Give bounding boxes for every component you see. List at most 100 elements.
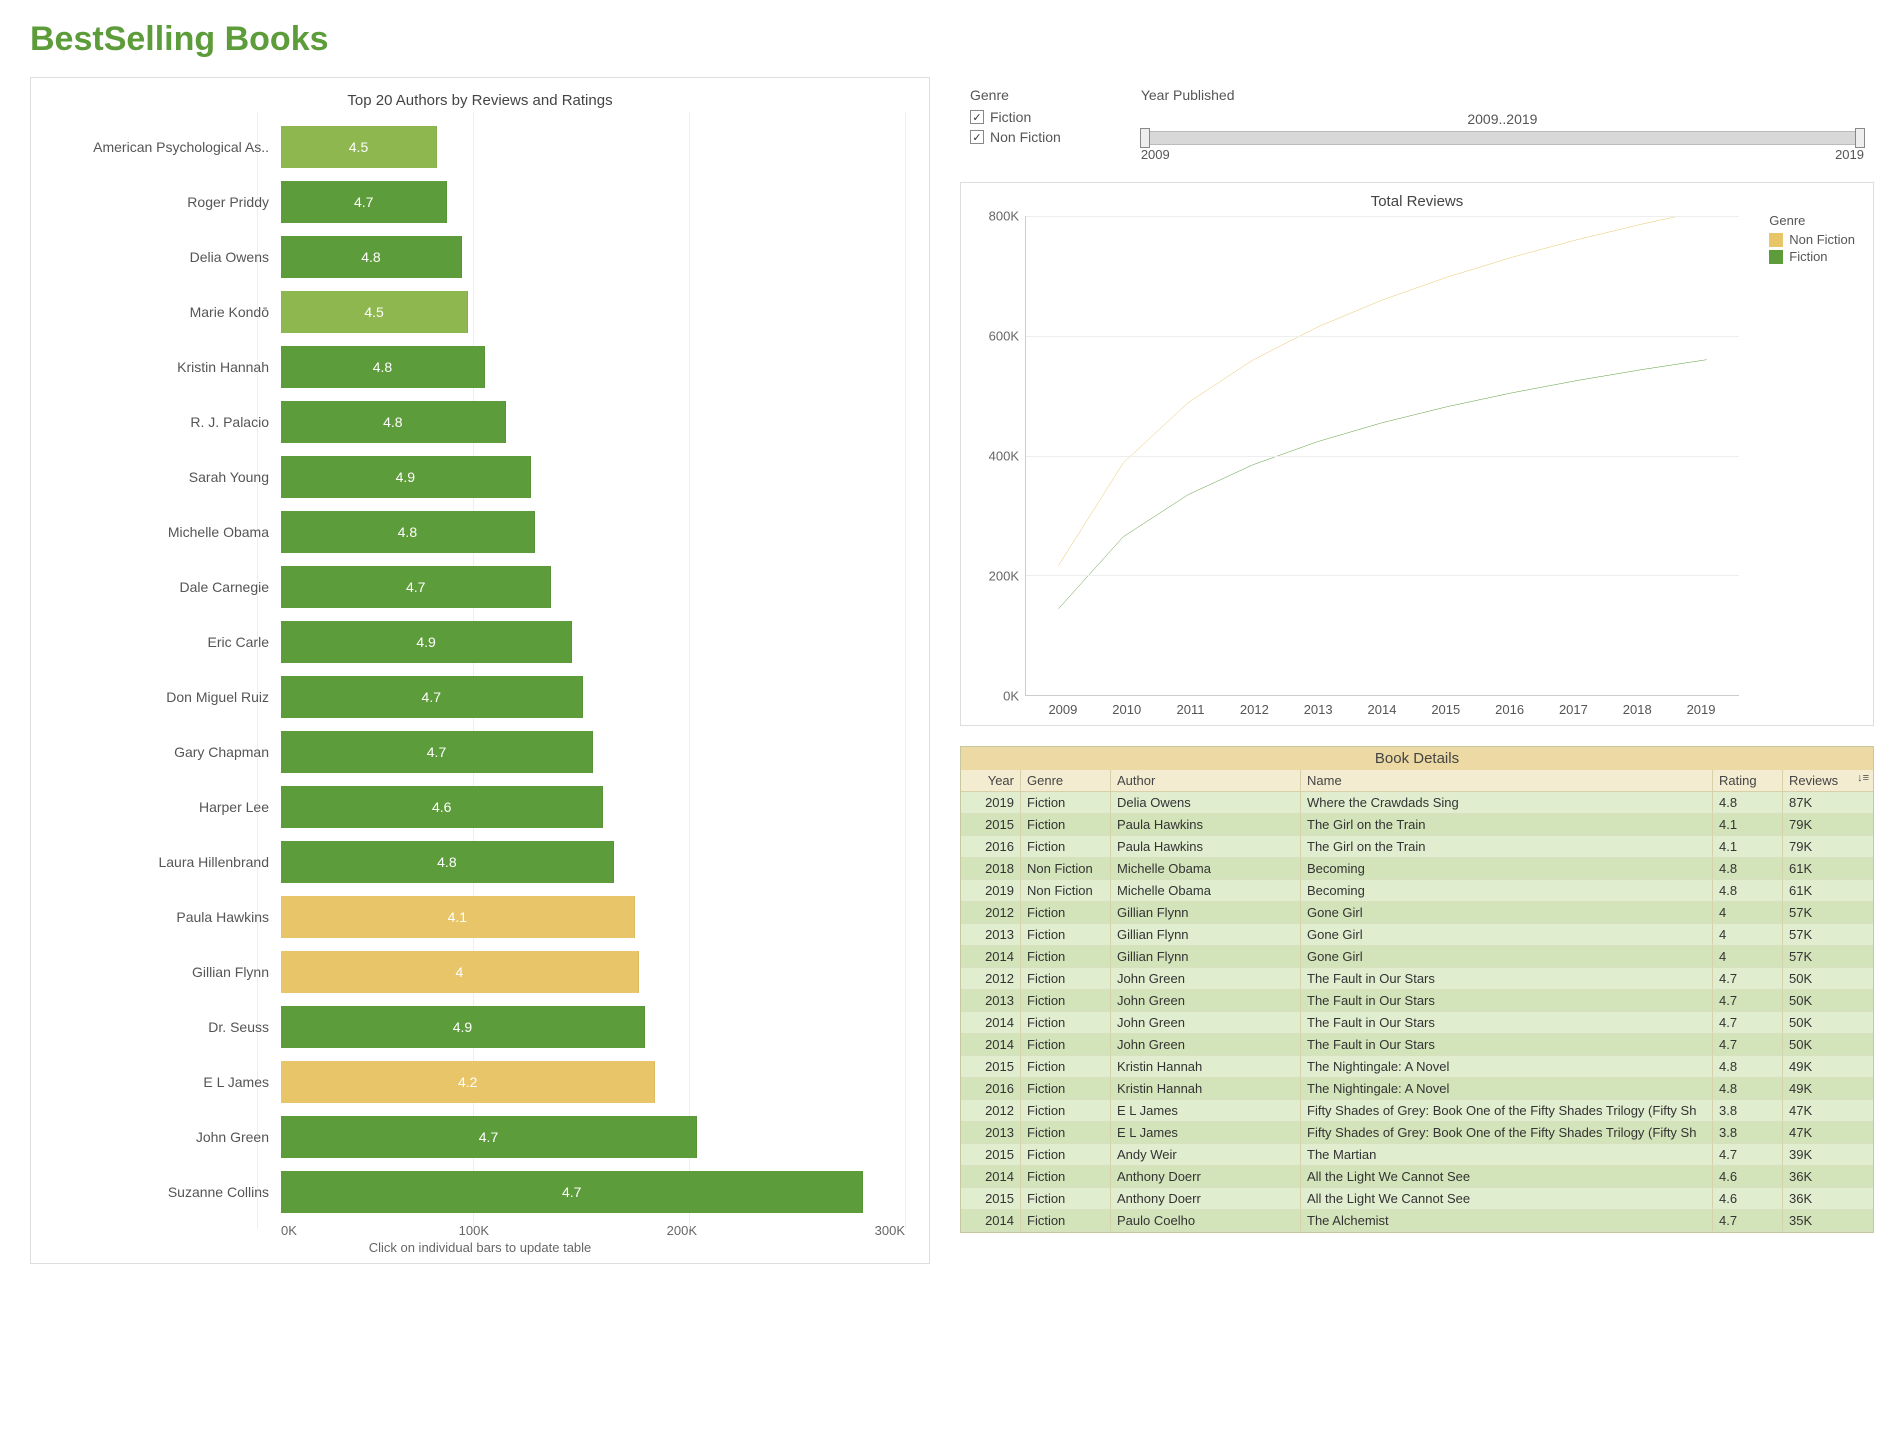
author-bar[interactable]: 4.7 (281, 1116, 697, 1158)
cell-rating: 4.7 (1713, 1012, 1783, 1033)
col-rating[interactable]: Rating (1713, 770, 1783, 791)
table-row[interactable]: 2012FictionJohn GreenThe Fault in Our St… (961, 968, 1873, 990)
cell-genre: Fiction (1021, 1210, 1111, 1231)
author-bar[interactable]: 4.8 (281, 346, 485, 388)
col-reviews[interactable]: Reviews↓≡ (1783, 770, 1873, 791)
author-bar[interactable]: 4.9 (281, 621, 572, 663)
cell-genre: Fiction (1021, 1166, 1111, 1187)
cell-genre: Fiction (1021, 968, 1111, 989)
table-row[interactable]: 2015FictionKristin HannahThe Nightingale… (961, 1056, 1873, 1078)
sort-desc-icon: ↓≡ (1857, 772, 1869, 784)
author-label: Michelle Obama (55, 524, 275, 540)
cell-author: Paula Hawkins (1111, 836, 1301, 857)
bar-rating-label: 4.8 (373, 359, 392, 375)
author-bar[interactable]: 4.7 (281, 566, 551, 608)
cell-reviews: 50K (1783, 990, 1873, 1011)
cell-author: Kristin Hannah (1111, 1078, 1301, 1099)
cell-rating: 4.1 (1713, 836, 1783, 857)
author-bar[interactable]: 4.7 (281, 731, 593, 773)
stack-legend: Genre Non FictionFiction (1769, 213, 1855, 266)
cell-reviews: 49K (1783, 1056, 1873, 1077)
table-row[interactable]: 2019FictionDelia OwensWhere the Crawdads… (961, 792, 1873, 814)
table-header-row: Year Genre Author Name Rating Reviews↓≡ (961, 770, 1873, 792)
author-bar[interactable]: 4.7 (281, 1171, 863, 1213)
cell-rating: 3.8 (1713, 1122, 1783, 1143)
author-bar[interactable]: 4.8 (281, 841, 614, 883)
x-year-tick: 2012 (1227, 702, 1281, 717)
cell-genre: Non Fiction (1021, 880, 1111, 901)
col-genre[interactable]: Genre (1021, 770, 1111, 791)
genre-checkbox[interactable]: ✓Non Fiction (970, 129, 1061, 145)
cell-reviews: 36K (1783, 1188, 1873, 1209)
genre-filter-label: Genre (970, 87, 1061, 103)
cell-reviews: 50K (1783, 1034, 1873, 1055)
author-bar[interactable]: 4.1 (281, 896, 635, 938)
bar-rating-label: 4.8 (383, 414, 402, 430)
author-bar[interactable]: 4.8 (281, 511, 535, 553)
filters-panel: Genre ✓Fiction✓Non Fiction Year Publishe… (960, 77, 1874, 162)
genre-checkbox[interactable]: ✓Fiction (970, 109, 1061, 125)
cell-name: Gone Girl (1301, 924, 1713, 945)
table-row[interactable]: 2018Non FictionMichelle ObamaBecoming4.8… (961, 858, 1873, 880)
cell-author: Delia Owens (1111, 792, 1301, 813)
cell-genre: Fiction (1021, 1056, 1111, 1077)
year-slider[interactable] (1141, 131, 1864, 145)
table-row[interactable]: 2019Non FictionMichelle ObamaBecoming4.8… (961, 880, 1873, 902)
cell-year: 2013 (961, 1122, 1021, 1143)
author-bar[interactable]: 4.8 (281, 236, 462, 278)
cell-genre: Fiction (1021, 990, 1111, 1011)
table-row[interactable]: 2014FictionJohn GreenThe Fault in Our St… (961, 1034, 1873, 1056)
author-bar[interactable]: 4.6 (281, 786, 603, 828)
cell-reviews: 61K (1783, 858, 1873, 879)
bar-rating-label: 4.7 (479, 1129, 498, 1145)
cell-rating: 4 (1713, 924, 1783, 945)
cell-author: Gillian Flynn (1111, 902, 1301, 923)
table-row[interactable]: 2016FictionPaula HawkinsThe Girl on the … (961, 836, 1873, 858)
author-bar[interactable]: 4.5 (281, 291, 468, 333)
cell-name: The Alchemist (1301, 1210, 1713, 1231)
cell-author: Anthony Doerr (1111, 1188, 1301, 1209)
author-bar[interactable]: 4.9 (281, 1006, 645, 1048)
author-bar[interactable]: 4.5 (281, 126, 437, 168)
author-label: R. J. Palacio (55, 414, 275, 430)
cell-genre: Fiction (1021, 1100, 1111, 1121)
table-row[interactable]: 2014FictionGillian FlynnGone Girl457K (961, 946, 1873, 968)
table-row[interactable]: 2012FictionGillian FlynnGone Girl457K (961, 902, 1873, 924)
x-year-tick: 2010 (1100, 702, 1154, 717)
table-row[interactable]: 2012FictionE L JamesFifty Shades of Grey… (961, 1100, 1873, 1122)
y-tick: 800K (989, 209, 1019, 224)
cell-name: The Fault in Our Stars (1301, 990, 1713, 1011)
cell-year: 2015 (961, 814, 1021, 835)
table-row[interactable]: 2015FictionAndy WeirThe Martian4.739K (961, 1144, 1873, 1166)
y-tick: 600K (989, 329, 1019, 344)
bar-rating-label: 4.5 (364, 304, 383, 320)
table-row[interactable]: 2013FictionJohn GreenThe Fault in Our St… (961, 990, 1873, 1012)
author-bar[interactable]: 4.9 (281, 456, 531, 498)
author-bar[interactable]: 4.7 (281, 676, 583, 718)
table-row[interactable]: 2013FictionE L JamesFifty Shades of Grey… (961, 1122, 1873, 1144)
table-row[interactable]: 2013FictionGillian FlynnGone Girl457K (961, 924, 1873, 946)
table-row[interactable]: 2016FictionKristin HannahThe Nightingale… (961, 1078, 1873, 1100)
author-bar[interactable]: 4.7 (281, 181, 447, 223)
col-name[interactable]: Name (1301, 770, 1713, 791)
year-slider-handle-max[interactable] (1855, 128, 1865, 148)
table-row[interactable]: 2015FictionPaula HawkinsThe Girl on the … (961, 814, 1873, 836)
table-row[interactable]: 2014FictionAnthony DoerrAll the Light We… (961, 1166, 1873, 1188)
table-row[interactable]: 2015FictionAnthony DoerrAll the Light We… (961, 1188, 1873, 1210)
cell-reviews: 50K (1783, 968, 1873, 989)
table-row[interactable]: 2014FictionPaulo CoelhoThe Alchemist4.73… (961, 1210, 1873, 1232)
bar-rating-label: 4.1 (448, 909, 467, 925)
cell-name: The Martian (1301, 1144, 1713, 1165)
legend-item[interactable]: Fiction (1769, 249, 1855, 264)
col-author[interactable]: Author (1111, 770, 1301, 791)
cell-rating: 4.8 (1713, 792, 1783, 813)
table-row[interactable]: 2014FictionJohn GreenThe Fault in Our St… (961, 1012, 1873, 1034)
year-slider-handle-min[interactable] (1140, 128, 1150, 148)
author-bar[interactable]: 4 (281, 951, 639, 993)
col-year[interactable]: Year (961, 770, 1021, 791)
y-tick: 200K (989, 569, 1019, 584)
legend-item[interactable]: Non Fiction (1769, 232, 1855, 247)
author-bar[interactable]: 4.8 (281, 401, 506, 443)
cell-genre: Fiction (1021, 1078, 1111, 1099)
author-bar[interactable]: 4.2 (281, 1061, 655, 1103)
